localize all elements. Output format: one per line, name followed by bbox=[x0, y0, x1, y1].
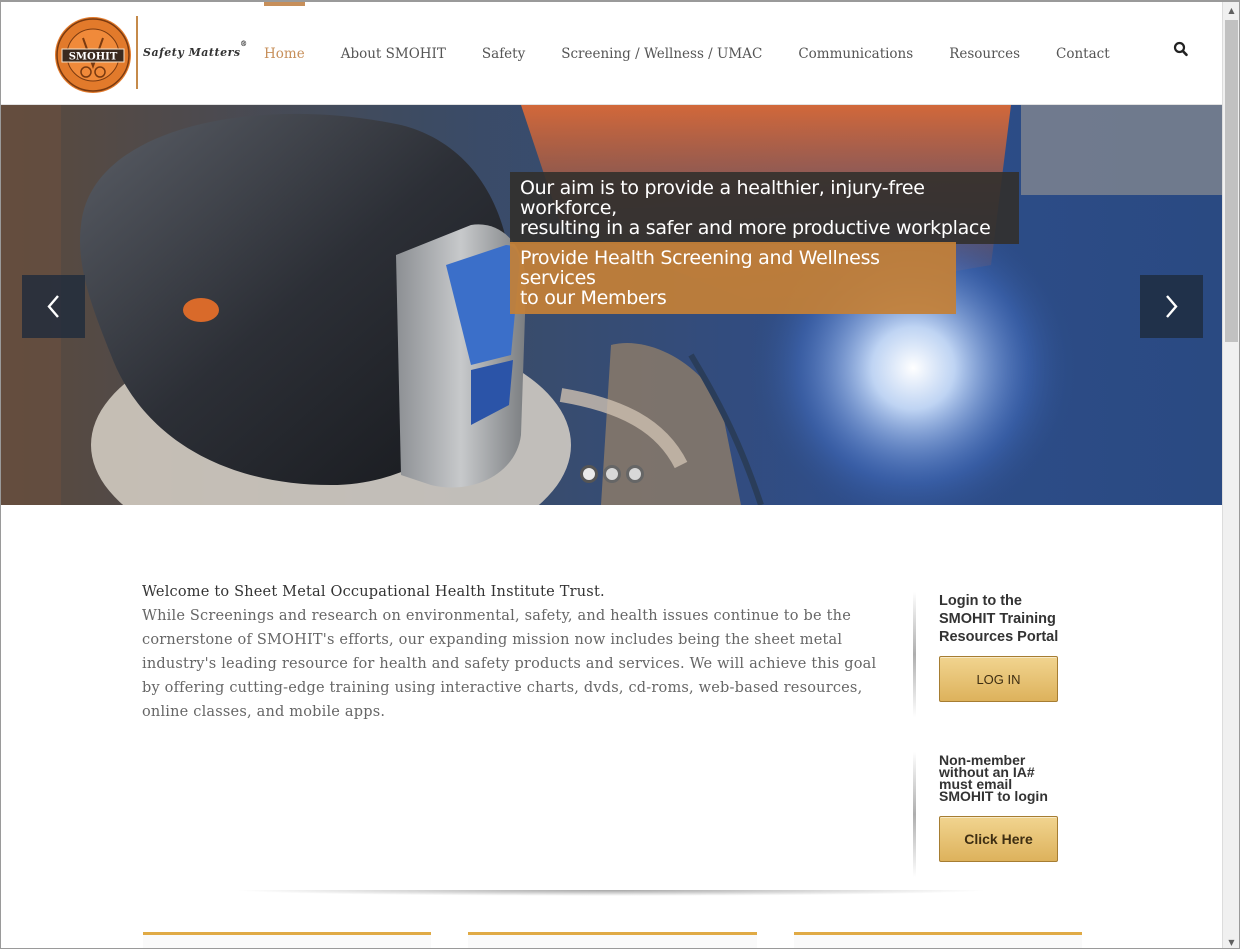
site-header: SMOHIT Safety Matters ® Home About SMOHIT… bbox=[1, 2, 1223, 105]
main-nav: Home About SMOHIT Safety Screening / Wel… bbox=[246, 2, 1128, 105]
nav-screening-label: Screening / Wellness / UMAC bbox=[561, 45, 763, 62]
hero-caption-primary: Our aim is to provide a healthier, injur… bbox=[510, 172, 1019, 244]
scroll-thumb[interactable] bbox=[1225, 20, 1238, 342]
logo-wordmark: SMOHIT bbox=[69, 52, 118, 63]
login-button[interactable]: LOG IN bbox=[939, 656, 1058, 702]
nav-safety[interactable]: Safety bbox=[464, 2, 543, 105]
welcome-title: Welcome to Sheet Metal Occupational Heal… bbox=[142, 584, 605, 600]
welcome-section: Welcome to Sheet Metal Occupational Heal… bbox=[142, 580, 882, 724]
nav-contact[interactable]: Contact bbox=[1038, 2, 1128, 105]
nav-communications-label: Communications bbox=[798, 45, 914, 62]
tagline: Safety Matters ® bbox=[143, 39, 247, 59]
sidebar-divider-2 bbox=[913, 752, 916, 877]
click-here-button[interactable]: Click Here bbox=[939, 816, 1058, 862]
nav-communications[interactable]: Communications bbox=[780, 2, 931, 105]
hero-caption-secondary: Provide Health Screening and Wellness se… bbox=[510, 242, 956, 314]
hero-caption-secondary-line1: Provide Health Screening and Wellness se… bbox=[520, 247, 880, 289]
login-heading: Login to the SMOHIT Training Resources P… bbox=[939, 593, 1059, 645]
feature-card-2 bbox=[468, 932, 757, 948]
slider-dot-2[interactable] bbox=[603, 465, 621, 483]
nav-contact-label: Contact bbox=[1056, 45, 1110, 62]
hero-caption-secondary-line2: to our Members bbox=[520, 287, 667, 309]
nav-resources[interactable]: Resources bbox=[931, 2, 1038, 105]
nav-screening[interactable]: Screening / Wellness / UMAC bbox=[543, 2, 780, 105]
nav-home-label: Home bbox=[264, 45, 305, 62]
nonmember-heading: Non-member without an IA# must email SMO… bbox=[939, 752, 1048, 804]
nav-resources-label: Resources bbox=[949, 45, 1021, 62]
chevron-left-icon bbox=[47, 295, 59, 318]
hero-caption-primary-line2: resulting in a safer and more productive… bbox=[520, 217, 991, 239]
logo-divider bbox=[136, 16, 138, 89]
hero-caption-primary-line1: Our aim is to provide a healthier, injur… bbox=[520, 177, 925, 219]
nav-about-label: About SMOHIT bbox=[340, 45, 446, 62]
welcome-body: While Screenings and research on environ… bbox=[142, 608, 877, 720]
scroll-up-icon[interactable]: ▲ bbox=[1223, 2, 1239, 19]
slider-dot-1[interactable] bbox=[580, 465, 598, 483]
chevron-right-icon bbox=[1166, 295, 1178, 318]
nav-safety-label: Safety bbox=[481, 45, 526, 62]
smohit-logo[interactable]: SMOHIT bbox=[53, 16, 133, 94]
slider-next-button[interactable] bbox=[1140, 275, 1203, 338]
hero-slider: Our aim is to provide a healthier, injur… bbox=[1, 105, 1223, 505]
vertical-scrollbar[interactable]: ▲ ▼ bbox=[1222, 2, 1239, 948]
search-icon[interactable] bbox=[1173, 40, 1189, 58]
sidebar-divider bbox=[913, 592, 916, 717]
slider-prev-button[interactable] bbox=[22, 275, 85, 338]
feature-card-3 bbox=[794, 932, 1082, 948]
nav-about[interactable]: About SMOHIT bbox=[323, 2, 464, 105]
tagline-text: Safety Matters bbox=[143, 46, 241, 59]
section-separator bbox=[231, 890, 991, 896]
feature-card-1 bbox=[143, 932, 431, 948]
nav-home[interactable]: Home bbox=[246, 2, 323, 105]
slider-dot-3[interactable] bbox=[626, 465, 644, 483]
browser-viewport: SMOHIT Safety Matters ® Home About SMOHIT… bbox=[0, 0, 1240, 949]
scroll-down-icon[interactable]: ▼ bbox=[1223, 934, 1239, 948]
slider-pagination bbox=[580, 465, 644, 483]
